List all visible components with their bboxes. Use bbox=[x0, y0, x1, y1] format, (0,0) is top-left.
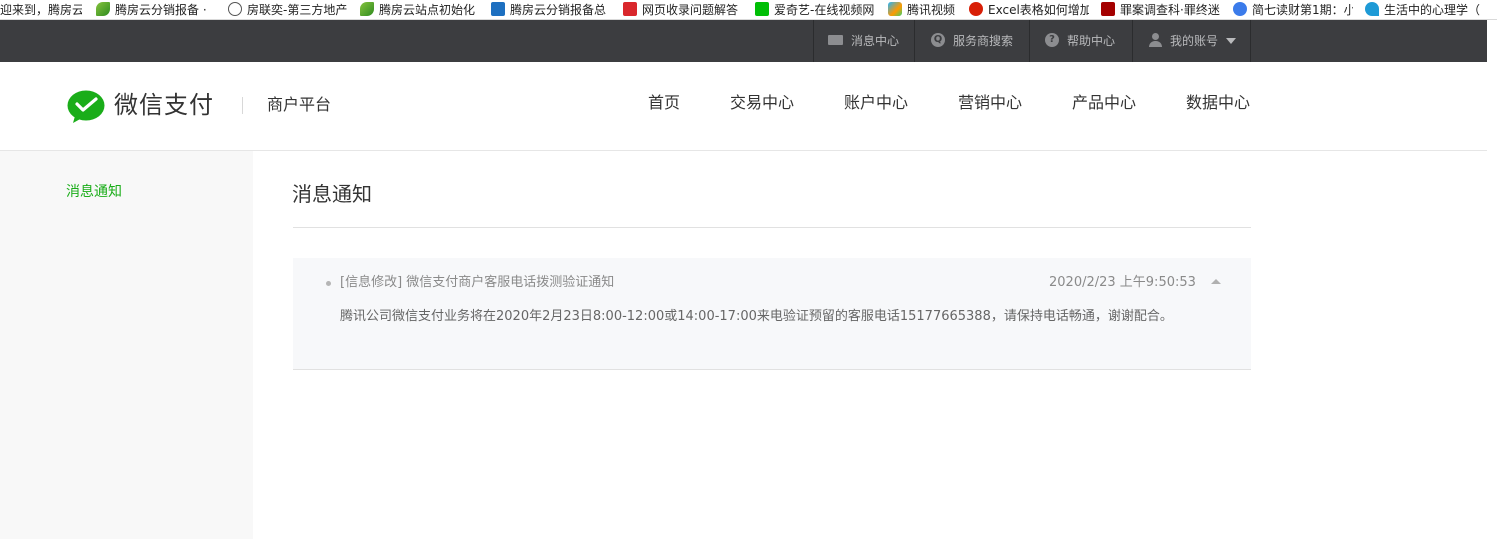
bookmark-item[interactable]: 罪案调查科·罪终迷 bbox=[1101, 2, 1221, 18]
bookmark-label: 爱奇艺-在线视频网 bbox=[774, 3, 875, 17]
account-label: 我的账号 bbox=[1170, 34, 1219, 48]
account-menu[interactable]: 我的账号 bbox=[1133, 20, 1251, 62]
bullet-icon bbox=[326, 281, 331, 286]
nav-marketing[interactable]: 营销中心 bbox=[958, 92, 1022, 114]
search-icon: Q bbox=[931, 33, 945, 47]
globe-icon bbox=[228, 2, 242, 16]
bookmarks-bar: 迎来到，腾房云 腾房云分销报备 · 房联奕-第三方地产 腾房云站点初始化 腾房云… bbox=[0, 0, 1497, 20]
page-title: 消息通知 bbox=[292, 182, 372, 206]
help-center-link[interactable]: ? 帮助中心 bbox=[1030, 20, 1133, 62]
wechat-pay-logo-icon[interactable] bbox=[67, 90, 105, 124]
bookmark-item[interactable]: Excel表格如何增加 bbox=[969, 2, 1089, 18]
bookmark-label: 迎来到，腾房云 bbox=[0, 3, 82, 17]
provider-search-link[interactable]: Q 服务商搜索 bbox=[915, 20, 1030, 62]
notice-body: 腾讯公司微信支付业务将在2020年2月23日8:00-12:00或14:00-1… bbox=[340, 309, 1173, 324]
platform-name: 商户平台 bbox=[267, 95, 332, 114]
bookmark-label: 生活中的心理学（ bbox=[1384, 3, 1481, 17]
nav-data[interactable]: 数据中心 bbox=[1186, 92, 1250, 114]
blue-doc-icon bbox=[491, 2, 505, 16]
bookmark-item[interactable]: 爱奇艺-在线视频网 bbox=[755, 2, 875, 18]
message-center-label: 消息中心 bbox=[851, 34, 900, 48]
site-header: 微信支付 商户平台 首页 交易中心 账户中心 营销中心 产品中心 数据中心 bbox=[0, 62, 1497, 151]
leaf-icon bbox=[96, 2, 110, 16]
darkred-icon bbox=[1101, 2, 1115, 16]
bookmark-item[interactable]: 生活中的心理学（ bbox=[1365, 2, 1497, 18]
bookmark-item[interactable]: 腾讯视频 bbox=[888, 2, 960, 18]
leaf-icon bbox=[360, 2, 374, 16]
bookmark-item[interactable]: 腾房云分销报备 · bbox=[96, 2, 214, 18]
window-scrollbar[interactable] bbox=[1487, 20, 1497, 539]
bookmark-label: 腾房云分销报备 · bbox=[115, 3, 207, 17]
mail-icon bbox=[828, 35, 843, 45]
bookmark-item[interactable]: 房联奕-第三方地产 bbox=[228, 2, 348, 18]
collapse-arrow-icon[interactable] bbox=[1211, 279, 1221, 284]
bookmark-item[interactable]: 腾房云分销报备总 bbox=[491, 2, 609, 18]
help-icon: ? bbox=[1045, 33, 1059, 47]
bookmark-label: 腾房云站点初始化 bbox=[379, 3, 476, 17]
top-utility-bar: 消息中心 Q 服务商搜索 ? 帮助中心 我的账号 bbox=[0, 20, 1497, 62]
sidebar-item-notifications[interactable]: 消息通知 bbox=[66, 182, 122, 202]
php-icon bbox=[969, 2, 983, 16]
bookmark-label: 房联奕-第三方地产 bbox=[247, 3, 348, 17]
bird-icon bbox=[1365, 2, 1379, 16]
provider-search-label: 服务商搜索 bbox=[953, 34, 1014, 48]
sidebar: 消息通知 bbox=[0, 151, 253, 539]
nav-accounts[interactable]: 账户中心 bbox=[844, 92, 908, 114]
bookmark-label: 腾讯视频 bbox=[907, 3, 956, 17]
iqiyi-icon bbox=[755, 2, 769, 16]
bookmark-label: Excel表格如何增加 bbox=[988, 3, 1089, 17]
tencent-video-icon bbox=[888, 2, 902, 16]
nav-products[interactable]: 产品中心 bbox=[1072, 92, 1136, 114]
title-divider bbox=[293, 227, 1251, 228]
user-icon bbox=[1148, 33, 1162, 47]
bookmark-item[interactable]: 迎来到，腾房云 bbox=[0, 2, 82, 18]
bookmark-item[interactable]: 网页收录问题解答 bbox=[623, 2, 743, 18]
notice-title[interactable]: [信息修改] 微信支付商户客服电话拨测验证通知 bbox=[340, 273, 614, 293]
bookmark-label: 简七读财第1期：小 bbox=[1252, 3, 1353, 17]
nav-transactions[interactable]: 交易中心 bbox=[730, 92, 794, 114]
chevron-down-icon bbox=[1226, 38, 1237, 44]
bookmark-label: 网页收录问题解答 bbox=[642, 3, 739, 17]
nav-home[interactable]: 首页 bbox=[648, 92, 680, 114]
red-c-icon bbox=[623, 2, 637, 16]
bookmark-label: 腾房云分销报备总 bbox=[510, 3, 607, 17]
notice-item[interactable]: [信息修改] 微信支付商户客服电话拨测验证通知 2020/2/23 上午9:50… bbox=[293, 258, 1251, 370]
paw-icon bbox=[1233, 2, 1247, 16]
notice-timestamp: 2020/2/23 上午9:50:53 bbox=[1049, 275, 1196, 290]
logo-text[interactable]: 微信支付 bbox=[114, 88, 214, 122]
bookmark-label: 罪案调查科·罪终迷 bbox=[1120, 3, 1220, 17]
message-center-link[interactable]: 消息中心 bbox=[813, 20, 915, 62]
bookmark-item[interactable]: 腾房云站点初始化 bbox=[360, 2, 478, 18]
bookmark-item[interactable]: 简七读财第1期：小 bbox=[1233, 2, 1353, 18]
logo-divider bbox=[242, 97, 243, 114]
help-center-label: 帮助中心 bbox=[1067, 34, 1116, 48]
